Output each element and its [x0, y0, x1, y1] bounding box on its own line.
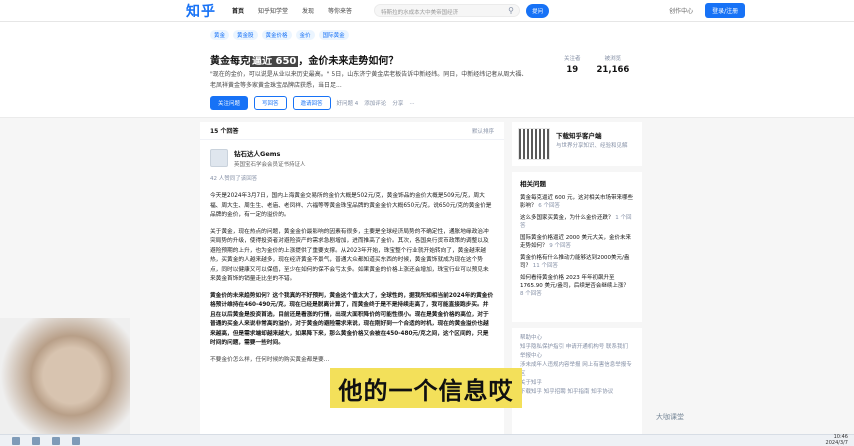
related-question-meta: 8 个回答: [520, 291, 542, 297]
top-navbar: 知乎 首页 知乎知学堂 发现 等你来答 特斯拉的水成本大中美帝国经济 ⚲ 提问 …: [0, 0, 854, 22]
zhihu-logo[interactable]: 知乎: [186, 1, 216, 21]
creator-center-link[interactable]: 创作中心: [669, 6, 693, 15]
watermark-logo: 大咖课堂: [656, 413, 684, 421]
topic-tag[interactable]: 金价: [295, 30, 315, 40]
nav-discover[interactable]: 发现: [302, 6, 314, 15]
nav-waiting-answers[interactable]: 等你来答: [328, 6, 352, 15]
related-questions: 相关问题 黄金每克逼近 600 元，这对相关市场带来哪些影响？ 6 个回答 这么…: [512, 172, 642, 322]
question-header: 黄金 黄金股 黄金价格 金价 国际黄金 黄金每克 逼近 650 ，金价未来走势如何？…: [0, 22, 854, 118]
related-question-item[interactable]: 黄金每克逼近 600 元，这对相关市场带来哪些影响？ 6 个回答: [520, 194, 634, 210]
topic-tag[interactable]: 黄金: [210, 30, 230, 40]
title-prefix: 黄金每克: [210, 56, 250, 67]
nav-home[interactable]: 首页: [232, 6, 244, 15]
nav-zhixuetang[interactable]: 知乎知学堂: [258, 6, 288, 15]
author-name[interactable]: 钻石达人Gems: [234, 148, 306, 158]
stat-value: 21,166: [596, 65, 630, 75]
footer-link[interactable]: 举报中心: [520, 352, 634, 361]
answer-paragraph: 黄金价的未来趋势如何？这个我真的不好预判，黄金这个值太大了，全球性的，据我所知相…: [210, 292, 494, 347]
stat-label: 关注者: [564, 56, 581, 62]
question-title: 黄金每克 逼近 650 ，金价未来走势如何？: [210, 52, 398, 67]
browser-icon[interactable]: [32, 436, 40, 445]
topic-tag[interactable]: 国际黄金: [318, 30, 349, 40]
avatar[interactable]: [210, 149, 228, 167]
related-question-item[interactable]: 国际黄金价格逼近 2000 美元大关，金价未来走势如何？ 9 个回答: [520, 234, 634, 250]
start-icon[interactable]: [12, 436, 20, 445]
related-question-item[interactable]: 如何看待黄金价格 2023 年年初飙升至 1765.90 美元/盎司，后续是否会…: [520, 274, 634, 298]
author-info: 钻石达人Gems 英国宝石学会会员证书持证人: [234, 148, 306, 168]
answer-content: 今天是2024年3月7日，国内上海黄金交易所的金价大概是502元/克，黄金饰品的…: [200, 182, 504, 365]
stat-value: 19: [566, 65, 579, 75]
topic-tag[interactable]: 黄金股: [233, 30, 258, 40]
related-question-meta: 9 个回答: [549, 243, 572, 249]
good-question-button[interactable]: 好问题 4: [337, 99, 359, 107]
footer-link[interactable]: 涉未成年人违规内容举报 网上有害信息举报专区: [520, 361, 634, 379]
footer-link[interactable]: 关于知乎: [520, 379, 634, 388]
clock-date: 2024/3/7: [825, 439, 848, 446]
os-taskbar: 10:46 2024/3/7: [0, 434, 854, 446]
related-question-item[interactable]: 这么多国家买黄金，为什么金价还跌？ 1 个回答: [520, 214, 634, 230]
app-icon[interactable]: [72, 436, 80, 445]
footer-link[interactable]: 帮助中心: [520, 334, 634, 343]
answer-list-header: 15 个回答 默认排序: [200, 122, 504, 140]
answer-author: 钻石达人Gems 英国宝石学会会员证书持证人: [200, 140, 504, 168]
sort-dropdown[interactable]: 默认排序: [472, 127, 494, 135]
followers-stat: 关注者 19: [564, 54, 581, 75]
topic-tags: 黄金 黄金股 黄金价格 金价 国际黄金: [210, 30, 349, 40]
system-clock: 10:46 2024/3/7: [825, 434, 848, 446]
related-title: 相关问题: [520, 180, 546, 188]
stat-label: 被浏览: [604, 56, 622, 62]
answer-paragraph: 关于黄金，现在热点的问题，黄金金价最影响的因素有很多，主要是全球经济局势的不确定…: [210, 228, 489, 283]
related-question-item[interactable]: 黄金价格有什么推动力能够达到2000美元/盎司？ 11 个回答: [520, 254, 634, 270]
related-question-meta: 6 个回答: [538, 203, 561, 209]
question-description[interactable]: "现在的金价，可以说是从业以来历史最高。" 5日，山东济宁黄金店老板告诉中新经纬…: [210, 69, 530, 91]
title-suffix: ，金价未来走势如何？: [298, 56, 399, 67]
invite-answer-button[interactable]: 邀请回答: [292, 96, 331, 110]
answer-count: 15 个回答: [210, 128, 239, 135]
follow-question-button[interactable]: 关注问题: [210, 96, 249, 110]
qr-code-icon: [518, 128, 550, 160]
app-card-subtitle: 与世界分享知识、经验和见解: [556, 143, 628, 149]
download-app-card[interactable]: 下载知乎客户端 与世界分享知识、经验和见解: [512, 122, 642, 166]
search-input[interactable]: 特斯拉的水成本大中美帝国经济: [374, 4, 521, 17]
webcam-overlay: [0, 318, 130, 446]
related-question-text: 国际黄金价格逼近 2000 美元大关，金价未来走势如何？: [520, 235, 631, 249]
related-question-text: 如何看待黄金价格 2023 年年初飙升至 1765.90 美元/盎司，后续是否会…: [520, 275, 629, 289]
ask-button[interactable]: 提问: [526, 3, 550, 18]
share-button[interactable]: 分享: [392, 99, 403, 107]
video-subtitle: 他的一个信息哎: [330, 368, 522, 408]
question-stats: 关注者 19 被浏览 21,166: [564, 54, 629, 75]
views-stat: 被浏览 21,166: [597, 54, 630, 75]
footer-link[interactable]: 下载知乎 知乎招聘 知乎指南 知乎协议: [520, 388, 634, 397]
related-question-text: 这么多国家买黄金，为什么金价还跌？: [520, 215, 614, 221]
folder-icon[interactable]: [52, 436, 60, 445]
sidebar-footer: 帮助中心 知乎隐私保护指引 申请开通机构号 联系我们 举报中心 涉未成年人违规内…: [512, 328, 642, 438]
app-card-title: 下载知乎客户端: [556, 132, 602, 140]
main-nav: 首页 知乎知学堂 发现 等你来答: [232, 6, 352, 15]
related-question-meta: 11 个回答: [532, 263, 559, 269]
search-icon[interactable]: ⚲: [504, 4, 518, 17]
title-highlight: 逼近 650: [250, 56, 299, 67]
right-sidebar: 下载知乎客户端 与世界分享知识、经验和见解 相关问题 黄金每克逼近 600 元，…: [512, 122, 642, 438]
more-button[interactable]: ...: [409, 100, 414, 106]
likes-count: 42 人赞同了该回答: [210, 176, 258, 182]
related-question-text: 黄金每克逼近 600 元，这对相关市场带来哪些影响？: [520, 195, 633, 209]
question-actions: 关注问题 写回答 邀请回答 好问题 4 添加评论 分享 ...: [210, 96, 415, 110]
add-comment-button[interactable]: 添加评论: [364, 99, 386, 107]
answer-paragraph: 不要金价怎么样，任何时候的购买黄金都是要...: [210, 356, 330, 363]
footer-link[interactable]: 知乎隐私保护指引 申请开通机构号 联系我们: [520, 343, 634, 352]
login-button[interactable]: 登录/注册: [705, 3, 746, 18]
author-bio: 英国宝石学会会员证书持证人: [234, 162, 306, 168]
topic-tag[interactable]: 黄金价格: [261, 30, 292, 40]
write-answer-button[interactable]: 写回答: [254, 96, 287, 110]
answer-paragraph: 今天是2024年3月7日，国内上海黄金交易所的金价大概是502元/克，黄金饰品的…: [210, 193, 492, 218]
